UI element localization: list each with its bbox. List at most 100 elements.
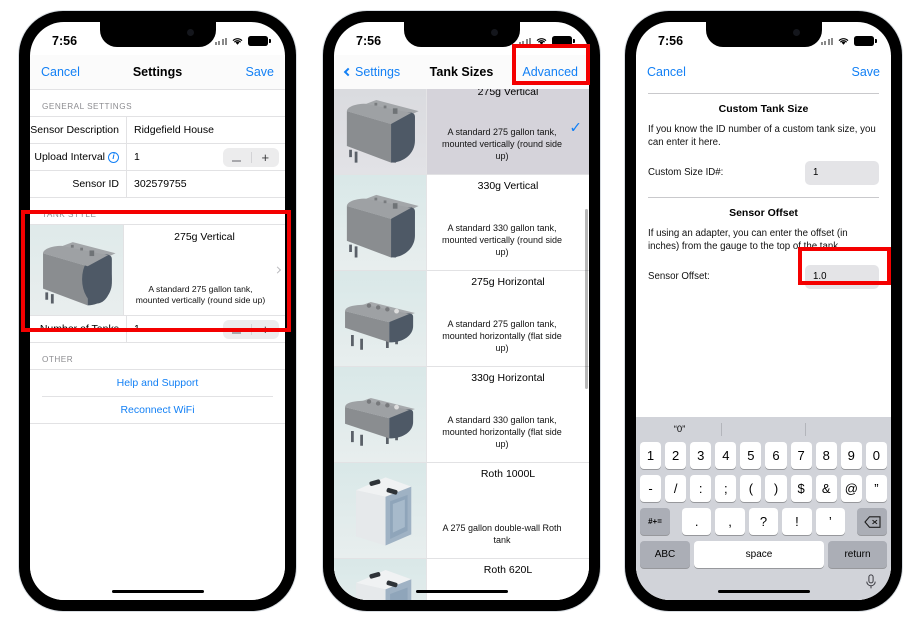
row-label: Sensor ID xyxy=(72,178,119,190)
key-9[interactable]: 9 xyxy=(840,442,862,469)
onscreen-keyboard[interactable]: “0” 1 2 3 4 5 6 7 8 9 0 - /: ; () $ & … xyxy=(636,417,891,600)
tank-sizes-list[interactable]: 275g Vertical A standard 275 gallon tank… xyxy=(334,89,589,600)
custom-size-id-input[interactable]: 1 xyxy=(805,160,879,185)
save-button[interactable]: Save xyxy=(246,65,275,79)
row-value[interactable]: 1 xyxy=(134,323,140,335)
save-button[interactable]: Save xyxy=(852,65,881,79)
key-1[interactable]: 1 xyxy=(640,442,662,469)
tank-list-item[interactable]: Roth 620L xyxy=(334,559,589,600)
number-of-tanks-stepper[interactable]: + xyxy=(223,319,280,339)
wifi-icon xyxy=(232,38,243,45)
stepper-minus-button[interactable] xyxy=(223,151,251,164)
key-8[interactable]: 8 xyxy=(815,442,837,469)
key-question[interactable]: ? xyxy=(748,508,779,535)
tank-thumbnail-vertical xyxy=(334,89,426,175)
notch xyxy=(705,22,822,47)
row-label: Upload Interval i xyxy=(30,151,126,163)
sensor-offset-row: Sensor Offset: 1.0 xyxy=(648,254,879,297)
notch xyxy=(99,22,216,47)
microphone-icon[interactable] xyxy=(865,574,877,590)
stepper-minus-button[interactable] xyxy=(223,323,251,336)
row-value[interactable]: 1 xyxy=(134,151,140,163)
home-indicator xyxy=(717,589,810,593)
key-colon[interactable]: : xyxy=(690,475,712,502)
tank-list-item[interactable]: 275g Horizontal A standard 275 gallon ta… xyxy=(334,271,589,367)
tank-list-item[interactable]: 330g Horizontal A standard 330 gallon ta… xyxy=(334,367,589,463)
tank-description: A standard 330 gallon tank, mounted vert… xyxy=(441,222,563,258)
prediction-1[interactable]: “0” xyxy=(638,424,721,435)
key-return[interactable]: return xyxy=(828,541,887,568)
sensor-offset-description: If using an adapter, you can enter the o… xyxy=(648,227,848,253)
key-comma[interactable]: , xyxy=(715,508,745,535)
key-3[interactable]: 3 xyxy=(690,442,712,469)
battery-icon xyxy=(854,36,877,46)
key-apostrophe[interactable]: ’ xyxy=(815,508,846,535)
key-hyphen[interactable]: - xyxy=(640,475,662,502)
home-indicator xyxy=(415,589,508,593)
key-6[interactable]: 6 xyxy=(765,442,787,469)
home-indicator xyxy=(111,589,204,593)
key-0[interactable]: 0 xyxy=(865,442,887,469)
custom-tank-size-heading: Custom Tank Size xyxy=(718,103,809,115)
tank-description: A 275 gallon double-wall Roth tank xyxy=(442,523,562,546)
back-to-settings-button[interactable]: Settings xyxy=(343,65,400,79)
tank-list-item[interactable]: Roth 1000L A 275 gallon double-wall Roth… xyxy=(334,463,589,559)
prediction-divider xyxy=(721,423,722,436)
key-period[interactable]: . xyxy=(682,508,712,535)
key-quote-double[interactable]: ” xyxy=(865,475,887,502)
key-symbols-toggle[interactable]: #+= xyxy=(640,508,670,535)
key-abc[interactable]: ABC xyxy=(640,541,690,568)
signal-dots-icon xyxy=(214,37,227,45)
row-sensor-description[interactable]: Sensor Description Ridgefield House xyxy=(30,117,285,143)
upload-interval-stepper[interactable]: + xyxy=(223,147,280,167)
cancel-button[interactable]: Cancel xyxy=(41,65,80,79)
phone-2-tank-sizes: 7:56 Settings Tank Sizes Advanced 275g V… xyxy=(323,11,600,611)
tank-description: A standard 275 gallon tank, mounted hori… xyxy=(442,318,562,354)
key-4[interactable]: 4 xyxy=(715,442,737,469)
chevron-left-icon xyxy=(343,67,353,77)
prediction-bar: “0” xyxy=(638,417,889,442)
row-value: 302579755 xyxy=(126,171,285,197)
tank-style-card[interactable]: 275g Vertical A standard 275 gallon tank… xyxy=(30,225,285,315)
reconnect-wifi-link[interactable]: Reconnect WiFi xyxy=(30,397,285,423)
row-number-of-tanks[interactable]: Number of Tanks 1 + xyxy=(30,316,285,342)
row-value[interactable]: Ridgefield House xyxy=(126,117,285,143)
key-dollar[interactable]: $ xyxy=(790,475,812,502)
key-at[interactable]: @ xyxy=(840,475,862,502)
row-upload-interval[interactable]: Upload Interval i 1 + xyxy=(30,144,285,170)
help-and-support-link[interactable]: Help and Support xyxy=(30,370,285,396)
phone-3-screen: 7:56 Cancel Save Custom Tank Size If you… xyxy=(636,22,891,600)
sensor-offset-input[interactable]: 1.0 xyxy=(805,264,879,289)
key-5[interactable]: 5 xyxy=(740,442,762,469)
key-slash[interactable]: / xyxy=(665,475,687,502)
key-paren-close[interactable]: ) xyxy=(765,475,787,502)
key-semicolon[interactable]: ; xyxy=(715,475,737,502)
tank-list-item[interactable]: 330g Vertical A standard 330 gallon tank… xyxy=(334,175,589,271)
backspace-icon[interactable] xyxy=(857,508,888,535)
sensor-offset-label: Sensor Offset: xyxy=(648,271,710,282)
battery-icon xyxy=(248,36,271,46)
tank-list-item[interactable]: 275g Vertical A standard 275 gallon tank… xyxy=(334,89,589,175)
tank-list-scroll[interactable]: 275g Vertical A standard 275 gallon tank… xyxy=(334,89,589,600)
screenshot-canvas: 7:56 Cancel Settings Save GENERAL SETTIN… xyxy=(0,0,922,623)
key-7[interactable]: 7 xyxy=(790,442,812,469)
nav-bar-3: Cancel Save xyxy=(636,55,891,89)
key-paren-open[interactable]: ( xyxy=(740,475,762,502)
wifi-icon xyxy=(838,38,849,45)
cancel-button[interactable]: Cancel xyxy=(647,65,686,79)
advanced-button[interactable]: Advanced xyxy=(522,65,578,79)
section-header-general: GENERAL SETTINGS xyxy=(42,102,133,111)
stepper-plus-button[interactable]: + xyxy=(252,323,280,336)
info-icon[interactable]: i xyxy=(108,151,119,163)
scrollbar-thumb[interactable] xyxy=(585,209,588,389)
row-label: Sensor Description xyxy=(30,124,119,136)
nav-bar-1: Cancel Settings Save xyxy=(30,55,285,89)
nav-bar-2: Settings Tank Sizes Advanced xyxy=(334,55,589,89)
status-time: 7:56 xyxy=(356,34,382,48)
chevron-right-icon xyxy=(273,266,282,274)
key-2[interactable]: 2 xyxy=(665,442,687,469)
stepper-plus-button[interactable]: + xyxy=(252,151,280,164)
key-ampersand[interactable]: & xyxy=(815,475,837,502)
key-exclamation[interactable]: ! xyxy=(782,508,812,535)
key-space[interactable]: space xyxy=(694,541,824,568)
